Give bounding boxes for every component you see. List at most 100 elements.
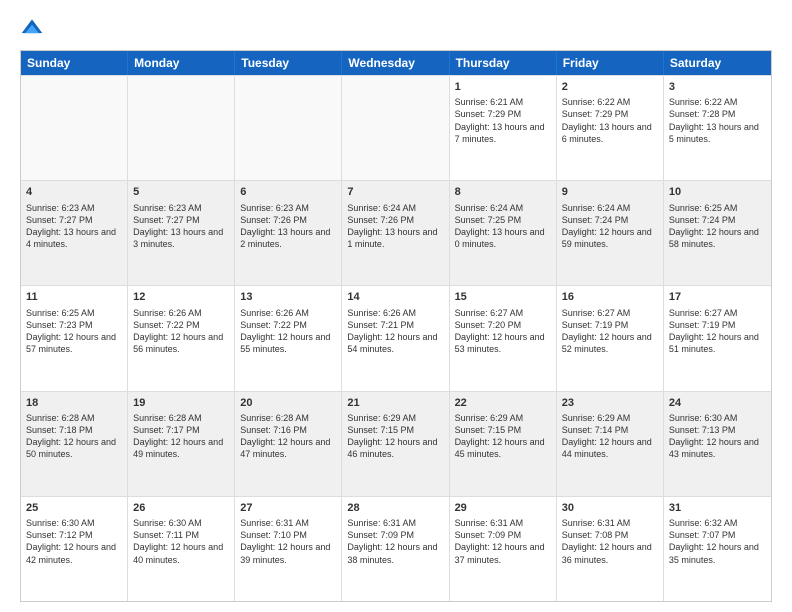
- day-number: 13: [240, 290, 336, 304]
- calendar-cell: 15 Sunrise: 6:27 AM Sunset: 7:20 PM Dayli…: [450, 286, 557, 390]
- logo: [20, 16, 48, 40]
- day-number: 31: [669, 501, 766, 515]
- day-number: 22: [455, 396, 551, 410]
- day-number: 29: [455, 501, 551, 515]
- calendar-cell: 4Sunrise: 6:23 AM Sunset: 7:27 PM Daylig…: [21, 181, 128, 285]
- day-info: Sunrise: 6:30 AM Sunset: 7:12 PM Dayligh…: [26, 517, 122, 566]
- calendar-cell: 14Sunrise: 6:26 AM Sunset: 7:21 PM Dayli…: [342, 286, 449, 390]
- day-info: Sunrise: 6:24 AM Sunset: 7:25 PM Dayligh…: [455, 202, 551, 251]
- calendar-cell: 25Sunrise: 6:30 AM Sunset: 7:12 PM Dayli…: [21, 497, 128, 601]
- day-number: 3: [669, 80, 766, 94]
- calendar-header-cell: Tuesday: [235, 51, 342, 75]
- page: SundayMondayTuesdayWednesdayThursdayFrid…: [0, 0, 792, 612]
- calendar-week: 1 Sunrise: 6:21 AM Sunset: 7:29 PM Daylig…: [21, 75, 771, 180]
- day-info: Sunrise: 6:29 AM Sunset: 7:14 PM Dayligh…: [562, 412, 658, 461]
- calendar-cell: [128, 76, 235, 180]
- day-number: 16: [562, 290, 658, 304]
- calendar-cell: 27 Sunrise: 6:31 AM Sunset: 7:10 PM Dayli…: [235, 497, 342, 601]
- calendar-cell: 22Sunrise: 6:29 AM Sunset: 7:15 PM Dayli…: [450, 392, 557, 496]
- day-number: 8: [455, 185, 551, 199]
- calendar-cell: [342, 76, 449, 180]
- calendar-header-cell: Monday: [128, 51, 235, 75]
- calendar-cell: 23 Sunrise: 6:29 AM Sunset: 7:14 PM Dayli…: [557, 392, 664, 496]
- day-number: 9: [562, 185, 658, 199]
- calendar-header-row: SundayMondayTuesdayWednesdayThursdayFrid…: [21, 51, 771, 75]
- day-number: 12: [133, 290, 229, 304]
- day-info: Sunrise: 6:23 AM Sunset: 7:27 PM Dayligh…: [133, 202, 229, 251]
- day-number: 20: [240, 396, 336, 410]
- day-info: Sunrise: 6:31 AM Sunset: 7:09 PM Dayligh…: [347, 517, 443, 566]
- calendar-header-cell: Friday: [557, 51, 664, 75]
- day-info: Sunrise: 6:25 AM Sunset: 7:23 PM Dayligh…: [26, 307, 122, 356]
- day-info: Sunrise: 6:32 AM Sunset: 7:07 PM Dayligh…: [669, 517, 766, 566]
- calendar-cell: 7 Sunrise: 6:24 AM Sunset: 7:26 PM Daylig…: [342, 181, 449, 285]
- day-number: 11: [26, 290, 122, 304]
- day-info: Sunrise: 6:21 AM Sunset: 7:29 PM Dayligh…: [455, 96, 551, 145]
- calendar-cell: 1 Sunrise: 6:21 AM Sunset: 7:29 PM Daylig…: [450, 76, 557, 180]
- day-info: Sunrise: 6:29 AM Sunset: 7:15 PM Dayligh…: [347, 412, 443, 461]
- calendar-body: 1 Sunrise: 6:21 AM Sunset: 7:29 PM Daylig…: [21, 75, 771, 601]
- day-number: 17: [669, 290, 766, 304]
- day-info: Sunrise: 6:27 AM Sunset: 7:19 PM Dayligh…: [562, 307, 658, 356]
- calendar-header-cell: Thursday: [450, 51, 557, 75]
- day-number: 27: [240, 501, 336, 515]
- day-info: Sunrise: 6:30 AM Sunset: 7:13 PM Dayligh…: [669, 412, 766, 461]
- day-number: 30: [562, 501, 658, 515]
- day-info: Sunrise: 6:22 AM Sunset: 7:28 PM Dayligh…: [669, 96, 766, 145]
- calendar-cell: 31 Sunrise: 6:32 AM Sunset: 7:07 PM Dayli…: [664, 497, 771, 601]
- calendar-cell: 30Sunrise: 6:31 AM Sunset: 7:08 PM Dayli…: [557, 497, 664, 601]
- day-number: 23: [562, 396, 658, 410]
- day-info: Sunrise: 6:26 AM Sunset: 7:21 PM Dayligh…: [347, 307, 443, 356]
- calendar-cell: 10 Sunrise: 6:25 AM Sunset: 7:24 PM Dayli…: [664, 181, 771, 285]
- day-info: Sunrise: 6:31 AM Sunset: 7:09 PM Dayligh…: [455, 517, 551, 566]
- day-number: 26: [133, 501, 229, 515]
- day-info: Sunrise: 6:26 AM Sunset: 7:22 PM Dayligh…: [133, 307, 229, 356]
- calendar-cell: 13 Sunrise: 6:26 AM Sunset: 7:22 PM Dayli…: [235, 286, 342, 390]
- calendar-cell: 17 Sunrise: 6:27 AM Sunset: 7:19 PM Dayli…: [664, 286, 771, 390]
- calendar-cell: 20 Sunrise: 6:28 AM Sunset: 7:16 PM Dayli…: [235, 392, 342, 496]
- calendar-cell: 18Sunrise: 6:28 AM Sunset: 7:18 PM Dayli…: [21, 392, 128, 496]
- calendar: SundayMondayTuesdayWednesdayThursdayFrid…: [20, 50, 772, 602]
- calendar-week: 25Sunrise: 6:30 AM Sunset: 7:12 PM Dayli…: [21, 496, 771, 601]
- day-info: Sunrise: 6:31 AM Sunset: 7:10 PM Dayligh…: [240, 517, 336, 566]
- calendar-cell: 9 Sunrise: 6:24 AM Sunset: 7:24 PM Daylig…: [557, 181, 664, 285]
- day-number: 6: [240, 185, 336, 199]
- calendar-cell: 11 Sunrise: 6:25 AM Sunset: 7:23 PM Dayli…: [21, 286, 128, 390]
- calendar-header-cell: Saturday: [664, 51, 771, 75]
- calendar-cell: 16 Sunrise: 6:27 AM Sunset: 7:19 PM Dayli…: [557, 286, 664, 390]
- day-number: 10: [669, 185, 766, 199]
- day-info: Sunrise: 6:28 AM Sunset: 7:16 PM Dayligh…: [240, 412, 336, 461]
- day-info: Sunrise: 6:27 AM Sunset: 7:19 PM Dayligh…: [669, 307, 766, 356]
- day-info: Sunrise: 6:24 AM Sunset: 7:24 PM Dayligh…: [562, 202, 658, 251]
- day-info: Sunrise: 6:30 AM Sunset: 7:11 PM Dayligh…: [133, 517, 229, 566]
- day-number: 7: [347, 185, 443, 199]
- day-number: 21: [347, 396, 443, 410]
- calendar-cell: [235, 76, 342, 180]
- day-number: 5: [133, 185, 229, 199]
- header: [20, 16, 772, 40]
- day-number: 1: [455, 80, 551, 94]
- day-number: 24: [669, 396, 766, 410]
- day-info: Sunrise: 6:22 AM Sunset: 7:29 PM Dayligh…: [562, 96, 658, 145]
- logo-icon: [20, 16, 44, 40]
- calendar-week: 18Sunrise: 6:28 AM Sunset: 7:18 PM Dayli…: [21, 391, 771, 496]
- calendar-week: 11 Sunrise: 6:25 AM Sunset: 7:23 PM Dayli…: [21, 285, 771, 390]
- day-info: Sunrise: 6:27 AM Sunset: 7:20 PM Dayligh…: [455, 307, 551, 356]
- day-number: 18: [26, 396, 122, 410]
- day-info: Sunrise: 6:23 AM Sunset: 7:27 PM Dayligh…: [26, 202, 122, 251]
- day-info: Sunrise: 6:24 AM Sunset: 7:26 PM Dayligh…: [347, 202, 443, 251]
- calendar-cell: 8 Sunrise: 6:24 AM Sunset: 7:25 PM Daylig…: [450, 181, 557, 285]
- day-info: Sunrise: 6:25 AM Sunset: 7:24 PM Dayligh…: [669, 202, 766, 251]
- day-info: Sunrise: 6:26 AM Sunset: 7:22 PM Dayligh…: [240, 307, 336, 356]
- calendar-cell: [21, 76, 128, 180]
- day-info: Sunrise: 6:23 AM Sunset: 7:26 PM Dayligh…: [240, 202, 336, 251]
- day-info: Sunrise: 6:28 AM Sunset: 7:17 PM Dayligh…: [133, 412, 229, 461]
- calendar-cell: 19Sunrise: 6:28 AM Sunset: 7:17 PM Dayli…: [128, 392, 235, 496]
- calendar-week: 4Sunrise: 6:23 AM Sunset: 7:27 PM Daylig…: [21, 180, 771, 285]
- calendar-cell: 2Sunrise: 6:22 AM Sunset: 7:29 PM Daylig…: [557, 76, 664, 180]
- calendar-cell: 26 Sunrise: 6:30 AM Sunset: 7:11 PM Dayli…: [128, 497, 235, 601]
- calendar-header-cell: Wednesday: [342, 51, 449, 75]
- calendar-cell: 29 Sunrise: 6:31 AM Sunset: 7:09 PM Dayli…: [450, 497, 557, 601]
- calendar-cell: 21 Sunrise: 6:29 AM Sunset: 7:15 PM Dayli…: [342, 392, 449, 496]
- day-number: 15: [455, 290, 551, 304]
